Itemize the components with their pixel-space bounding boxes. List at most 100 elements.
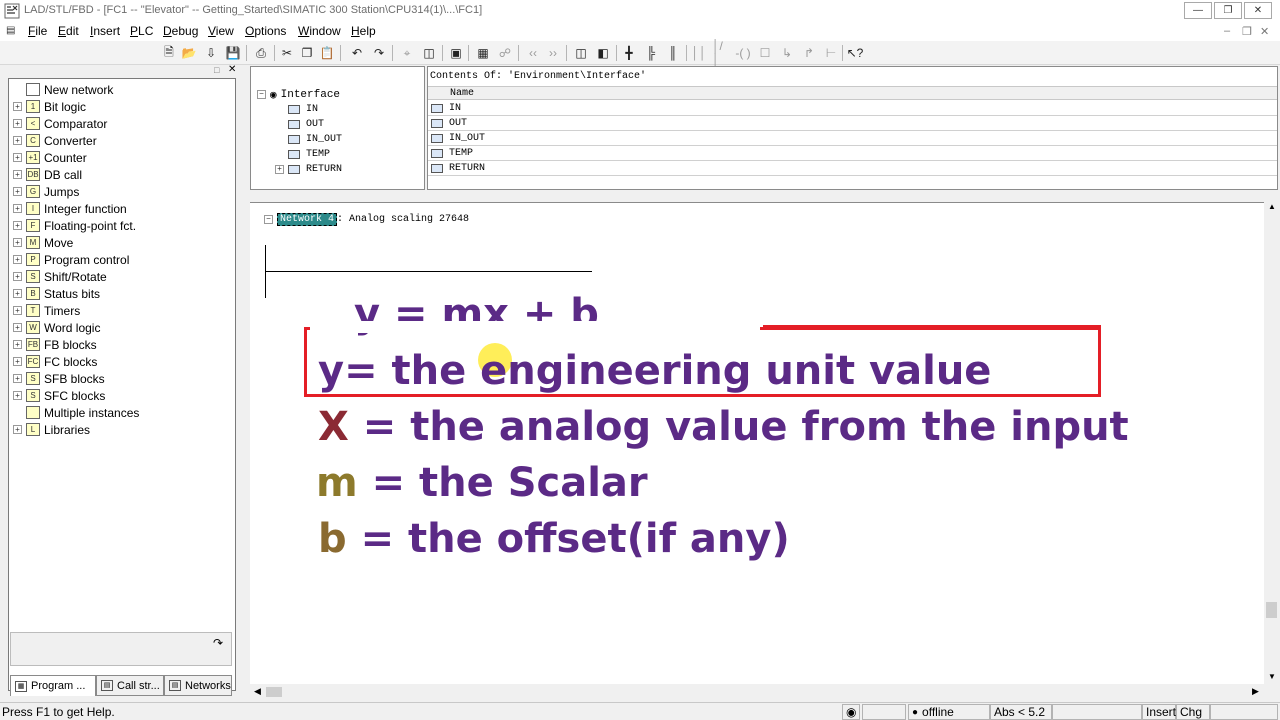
overview-panel-icon[interactable]: ◫	[572, 44, 590, 62]
menu-help[interactable]: Help	[351, 24, 376, 38]
catalog-item[interactable]: + I Integer function	[13, 200, 127, 217]
expand-icon[interactable]: +	[13, 357, 22, 366]
download-to-plc-icon[interactable]: ◫	[420, 44, 438, 62]
interface-row[interactable]: IN_OUT	[428, 131, 1277, 146]
save-icon[interactable]: 💾	[224, 44, 242, 62]
catalog-item[interactable]: Multiple instances	[13, 404, 139, 421]
catalog-item[interactable]: + S Shift/Rotate	[13, 268, 107, 285]
scroll-right-icon[interactable]: ▶	[1252, 686, 1259, 697]
expand-icon[interactable]: +	[13, 323, 22, 332]
next-network-icon[interactable]: ››	[544, 44, 562, 62]
interface-tree-item[interactable]: IN	[288, 102, 318, 117]
expand-icon[interactable]: +	[13, 272, 22, 281]
vertical-scrollbar[interactable]: ▲ ▼	[1264, 202, 1279, 684]
monitor-icon[interactable]: ☍	[496, 44, 514, 62]
horizontal-scrollbar[interactable]: ◀ ▶	[250, 684, 1264, 700]
close-branch-icon[interactable]: ↱	[800, 44, 818, 62]
lad-branch-icon[interactable]: ╋	[620, 44, 638, 62]
copy-icon[interactable]: ❐	[298, 44, 316, 62]
catalog-item[interactable]: + L Libraries	[13, 421, 90, 438]
catalog-item[interactable]: + FB FB blocks	[13, 336, 97, 353]
catalog-item[interactable]: + G Jumps	[13, 183, 79, 200]
scroll-left-icon[interactable]: ◀	[254, 686, 261, 697]
expand-icon[interactable]: +	[13, 255, 22, 264]
catalog-item[interactable]: + S SFB blocks	[13, 370, 105, 387]
details-panel-icon[interactable]: ◧	[594, 44, 612, 62]
menu-window[interactable]: Window	[298, 24, 341, 38]
minimize-button[interactable]: —	[1184, 2, 1212, 19]
mdi-close-button[interactable]: ✕	[1260, 25, 1269, 38]
expand-icon[interactable]: +	[13, 306, 22, 315]
network-icon[interactable]: ▦	[474, 44, 492, 62]
interface-row[interactable]: IN	[428, 101, 1277, 116]
paste-icon[interactable]: 📋	[318, 44, 336, 62]
menu-insert[interactable]: Insert	[90, 24, 120, 38]
expand-icon[interactable]: +	[13, 340, 22, 349]
expand-icon[interactable]: +	[13, 238, 22, 247]
catalog-item[interactable]: + F Floating-point fct.	[13, 217, 136, 234]
expand-icon[interactable]: +	[13, 374, 22, 383]
catalog-item[interactable]: + M Move	[13, 234, 73, 251]
code-editor[interactable]: − Network 4 : Analog scaling 27648 y = m…	[250, 202, 1264, 684]
context-help-icon[interactable]: ↖?	[846, 44, 864, 62]
tab-networks[interactable]: ▤ Networks	[164, 675, 232, 696]
interface-row[interactable]: TEMP	[428, 146, 1277, 161]
scroll-up-icon[interactable]: ▲	[1268, 202, 1276, 211]
catalog-item[interactable]: + T Timers	[13, 302, 80, 319]
catalog-dock-button[interactable]: □	[214, 65, 219, 75]
expand-icon[interactable]: +	[13, 425, 22, 434]
expand-icon[interactable]: +	[13, 102, 22, 111]
catalog-item[interactable]: + +1 Counter	[13, 149, 87, 166]
expand-icon[interactable]: +	[13, 289, 22, 298]
interface-row[interactable]: RETURN	[428, 161, 1277, 176]
new-icon[interactable]: 🗎	[160, 44, 178, 62]
expand-icon[interactable]: +	[13, 119, 22, 128]
menu-plc[interactable]: PLC	[130, 24, 153, 38]
menu-edit[interactable]: Edit	[58, 24, 79, 38]
mdi-minimize-button[interactable]: –	[1224, 25, 1230, 37]
network-collapse-icon[interactable]: −	[264, 215, 273, 224]
expand-icon[interactable]: +	[13, 391, 22, 400]
interface-tree-item[interactable]: + RETURN	[275, 162, 342, 177]
catalog-item[interactable]: + W Word logic	[13, 319, 100, 336]
network-title[interactable]: : Analog scaling 27648	[337, 214, 469, 225]
catalog-item[interactable]: + S SFC blocks	[13, 387, 105, 404]
overview-icon[interactable]: ▣	[447, 44, 465, 62]
tab-call-structure[interactable]: ▤ Call str...	[96, 675, 164, 696]
cut-icon[interactable]: ✂	[278, 44, 296, 62]
coil-icon[interactable]: -( )	[734, 44, 752, 62]
tab-program-elements[interactable]: ▦ Program ...	[10, 675, 96, 696]
catalog-item[interactable]: New network	[13, 81, 113, 98]
expand-icon[interactable]: +	[13, 204, 22, 213]
doc-menu-icon[interactable]: ▤	[6, 25, 15, 36]
lad-column-icon[interactable]: ║	[664, 44, 682, 62]
interface-tree-item[interactable]: OUT	[288, 117, 324, 132]
network-badge[interactable]: Network 4	[277, 213, 338, 226]
menu-file[interactable]: File	[28, 24, 47, 38]
print-icon[interactable]: ⎙	[252, 44, 270, 62]
restore-button[interactable]: ❐	[1214, 2, 1242, 19]
redo-icon[interactable]: ↷	[370, 44, 388, 62]
catalog-item[interactable]: + DB DB call	[13, 166, 82, 183]
scroll-thumb[interactable]	[1266, 602, 1277, 618]
interface-tree-item[interactable]: IN_OUT	[288, 132, 342, 147]
insert-element-icon[interactable]: ↷	[213, 636, 223, 650]
catalog-item[interactable]: + < Comparator	[13, 115, 107, 132]
menu-view[interactable]: View	[208, 24, 234, 38]
undo-icon[interactable]: ↶	[348, 44, 366, 62]
prev-network-icon[interactable]: ‹‹	[524, 44, 542, 62]
expand-icon[interactable]: +	[13, 187, 22, 196]
catalog-close-button[interactable]: ✕	[228, 64, 236, 75]
catalog-item[interactable]: + FC FC blocks	[13, 353, 97, 370]
accessible-nodes-icon[interactable]: ⌖	[398, 44, 416, 62]
menu-options[interactable]: Options	[245, 24, 286, 38]
expand-icon[interactable]: +	[275, 165, 284, 174]
interface-row[interactable]: OUT	[428, 116, 1277, 131]
interface-root[interactable]: − ◉ Interface	[257, 87, 340, 102]
catalog-item[interactable]: + B Status bits	[13, 285, 100, 302]
hscroll-thumb[interactable]	[266, 687, 282, 697]
download-icon[interactable]: ⇩	[202, 44, 220, 62]
normally-open-contact-icon[interactable]: ││	[690, 44, 708, 62]
close-button[interactable]: ✕	[1244, 2, 1272, 19]
normally-closed-contact-icon[interactable]: │/│	[712, 39, 730, 67]
